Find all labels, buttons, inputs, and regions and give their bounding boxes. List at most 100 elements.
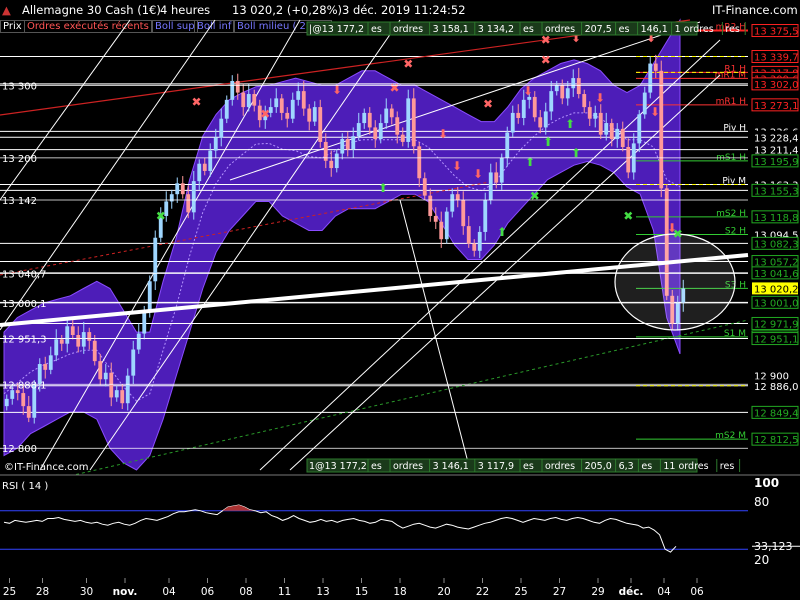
- buy-cross-marker: ✖: [156, 209, 166, 223]
- candle-body: [136, 333, 141, 350]
- price-label: 12 886,0: [754, 382, 799, 393]
- candle-body: [26, 406, 31, 418]
- sell-arrow-marker: ⬇: [473, 167, 483, 181]
- rsi-tick: 20: [754, 553, 769, 567]
- candle-body: [664, 188, 669, 296]
- price-label: 13 317,8: [754, 68, 799, 79]
- price-chart[interactable]: mR2 H R1 HmR1 M mR1 H Piv H mS1 H Piv M mS2 H S…: [0, 0, 800, 600]
- legend-boll-inf[interactable]: Boll inf: [194, 20, 235, 33]
- buy-cross-marker: ✖: [673, 227, 683, 241]
- price-label: 12 849,4: [754, 408, 799, 419]
- legend-boll-middle[interactable]: Boll milieu ( 20 ,2): [234, 20, 332, 33]
- x-tick-label: 18: [393, 586, 406, 598]
- candle-body: [510, 112, 515, 133]
- buy-cross-marker: ✖: [623, 209, 633, 223]
- price-label: 13 195,9: [754, 157, 799, 168]
- legend-boll-sup[interactable]: Boll sup: [152, 20, 198, 33]
- price-label-box: [751, 65, 799, 79]
- x-tick-label: 15: [355, 586, 368, 598]
- candle-body: [554, 85, 559, 92]
- x-tick-label: 25: [3, 586, 16, 598]
- order-bar-top-cell: 207,5: [585, 24, 612, 35]
- candle-body: [560, 85, 565, 99]
- price-label: 13 375,5: [754, 27, 799, 38]
- legend-recent-orders[interactable]: Ordres exécutés récents: [24, 20, 152, 33]
- candle-body: [488, 172, 493, 200]
- candle-body: [274, 98, 279, 108]
- candle-body: [208, 150, 213, 171]
- price-label: 13 236,6: [754, 127, 799, 138]
- order-bar-top-cell: ordres: [393, 24, 423, 35]
- candle-body: [477, 231, 482, 251]
- candle-body: [356, 123, 361, 137]
- candle-body: [499, 157, 504, 183]
- legend-price[interactable]: Prix: [0, 20, 25, 33]
- candle-body: [4, 398, 9, 407]
- price-label-box: [751, 227, 799, 241]
- x-tick-label: 11: [278, 586, 291, 598]
- price-label-box: [751, 130, 799, 144]
- candle-body: [615, 128, 620, 140]
- pivot-label: mS2 M: [715, 431, 746, 441]
- pivot-label: Piv H: [723, 123, 746, 133]
- x-tick-label: 08: [239, 586, 252, 598]
- price-label-box: [751, 236, 799, 250]
- price-label: 13 273,1: [754, 101, 799, 112]
- horizontal-lines: mR2 H R1 HmR1 M mR1 H Piv H mS1 H Piv M mS2 H S…: [0, 23, 748, 441]
- candle-body: [637, 114, 642, 144]
- candle-body: [10, 390, 15, 399]
- candle-body: [37, 364, 42, 385]
- buy-arrow-marker: ⬆: [525, 155, 535, 169]
- order-bar-bottom-cell: es: [523, 461, 534, 472]
- y-tick-label: 13 300: [2, 81, 37, 92]
- y-tick-label: 13 040,7: [2, 270, 47, 281]
- price-label-box: [751, 210, 799, 224]
- candle-body: [54, 339, 59, 356]
- sell-cross-marker: ✖: [483, 97, 493, 111]
- rsi-tick: 80: [754, 495, 769, 509]
- candle-body: [565, 88, 570, 99]
- price-label: 13 309,6: [754, 74, 799, 85]
- order-bar-bottom-cell: 3 146,1: [433, 461, 469, 472]
- price-label-box: [751, 266, 799, 280]
- y-tick-label: 12 888,1: [2, 380, 47, 391]
- trend-rays: [0, 19, 749, 493]
- sell-cross-marker: ✖: [389, 81, 399, 95]
- candle-body: [345, 139, 350, 150]
- candle-body: [296, 91, 301, 100]
- price-label-box: [751, 124, 799, 138]
- candle-body: [450, 194, 455, 212]
- x-tick-label: 30: [80, 586, 93, 598]
- price-label-box: [751, 77, 799, 91]
- timeframe-label[interactable]: 4 heures: [160, 3, 210, 17]
- candle-body: [191, 181, 196, 213]
- candle-body: [378, 123, 383, 140]
- price-label: 13 082,3: [754, 239, 799, 250]
- price-label: 13 020,2: [754, 284, 799, 295]
- sell-arrow-marker: ⬇: [571, 31, 581, 45]
- candle-body: [411, 98, 416, 147]
- candle-body: [109, 372, 114, 398]
- price-label-box: [751, 432, 799, 446]
- buy-arrow-marker: ⬆: [378, 181, 388, 195]
- y-tick-label: 12 800: [2, 444, 37, 455]
- buy-cross-marker: ✖: [530, 189, 540, 203]
- order-bar-top-cell: es: [619, 24, 630, 35]
- candle-body: [472, 243, 477, 251]
- price-axis: 13 375,5 13 339,7 13 317,813 309,613 302,0…: [751, 20, 800, 475]
- candle-body: [543, 111, 548, 128]
- candle-body: [395, 117, 400, 135]
- main-trendline: [0, 253, 749, 327]
- order-markers: ✖✖✖✖✖✖✖✖✖✖✖✖✖✖✖✖✖✖✖✖⬇⬇⬇⬇⬇⬇⬇⬇⬇⬇⬆⬆⬆⬆⬆⬆: [156, 31, 683, 241]
- rsi-last-label: 33,123: [754, 540, 793, 553]
- rsi-line: [3, 504, 677, 553]
- candle-body: [428, 195, 433, 216]
- candle-body: [329, 160, 334, 169]
- candle-body: [516, 112, 521, 118]
- arrow-up-icon: ▲: [2, 3, 11, 17]
- candle-body: [125, 375, 130, 404]
- candle-body: [549, 91, 554, 112]
- candle-body: [169, 194, 174, 202]
- candle-body: [505, 132, 510, 158]
- y-tick-label: 13 200: [2, 154, 37, 165]
